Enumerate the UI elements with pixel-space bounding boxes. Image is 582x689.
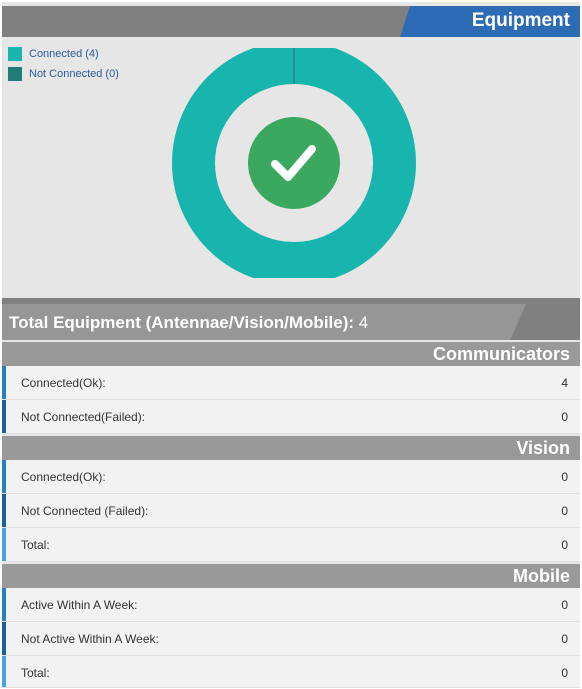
row-value: 0 bbox=[561, 470, 568, 484]
row-label: Connected(Ok): bbox=[21, 376, 106, 390]
row-accent bbox=[2, 528, 6, 561]
row-accent bbox=[2, 460, 6, 493]
status-circle bbox=[248, 117, 340, 209]
equipment-header: Equipment bbox=[2, 6, 580, 37]
row-label: Not Connected (Failed): bbox=[21, 504, 149, 518]
total-equipment-bar: Total Equipment (Antennae/Vision/Mobile)… bbox=[2, 298, 580, 340]
table-row: Connected(Ok): 0 bbox=[2, 460, 580, 494]
row-value: 4 bbox=[561, 376, 568, 390]
legend-item-connected[interactable]: Connected (4) bbox=[8, 44, 119, 64]
total-equipment-text: Total Equipment (Antennae/Vision/Mobile)… bbox=[9, 313, 368, 333]
equipment-title: Equipment bbox=[471, 10, 570, 31]
table-row: Not Connected (Failed): 0 bbox=[2, 494, 580, 528]
total-equipment-label: Total Equipment (Antennae/Vision/Mobile)… bbox=[9, 313, 355, 332]
legend-item-not-connected[interactable]: Not Connected (0) bbox=[8, 64, 119, 84]
row-accent bbox=[2, 656, 6, 687]
mobile-header: Mobile bbox=[2, 564, 580, 588]
legend-label-not-connected: Not Connected (0) bbox=[29, 68, 119, 80]
total-equipment-value: 4 bbox=[358, 313, 369, 332]
vision-header: Vision bbox=[2, 436, 580, 460]
row-value: 0 bbox=[561, 666, 568, 680]
row-value: 0 bbox=[561, 504, 568, 518]
row-label: Total: bbox=[21, 666, 50, 680]
row-value: 0 bbox=[561, 632, 568, 646]
row-label: Active Within A Week: bbox=[21, 598, 138, 612]
vision-title: Vision bbox=[516, 438, 570, 458]
row-label: Not Active Within A Week: bbox=[21, 632, 159, 646]
row-label: Total: bbox=[21, 538, 50, 552]
connection-donut-chart bbox=[168, 41, 420, 285]
table-row: Not Connected(Failed): 0 bbox=[2, 400, 580, 434]
legend-swatch-not-connected bbox=[8, 67, 22, 81]
row-value: 0 bbox=[561, 538, 568, 552]
donut-svg bbox=[172, 41, 416, 285]
row-accent bbox=[2, 400, 6, 433]
table-row: Total: 0 bbox=[2, 528, 580, 562]
row-accent bbox=[2, 366, 6, 399]
mobile-title: Mobile bbox=[513, 566, 570, 586]
communicators-title: Communicators bbox=[432, 344, 570, 364]
row-accent bbox=[2, 494, 6, 527]
row-value: 0 bbox=[561, 410, 568, 424]
row-label: Connected(Ok): bbox=[21, 470, 106, 484]
communicators-header: Communicators bbox=[2, 342, 580, 366]
row-accent bbox=[2, 588, 6, 621]
table-row: Total: 0 bbox=[2, 656, 580, 688]
row-label: Not Connected(Failed): bbox=[21, 410, 146, 424]
chart-legend: Connected (4) Not Connected (0) bbox=[8, 44, 119, 84]
row-value: 0 bbox=[561, 598, 568, 612]
row-accent bbox=[2, 622, 6, 655]
table-row: Connected(Ok): 4 bbox=[2, 366, 580, 400]
legend-label-connected: Connected (4) bbox=[29, 48, 99, 60]
table-row: Not Active Within A Week: 0 bbox=[2, 622, 580, 656]
equipment-panel: Equipment Connected (4) Not Connected (0… bbox=[2, 2, 580, 688]
legend-swatch-connected bbox=[8, 47, 22, 61]
table-row: Active Within A Week: 0 bbox=[2, 588, 580, 622]
